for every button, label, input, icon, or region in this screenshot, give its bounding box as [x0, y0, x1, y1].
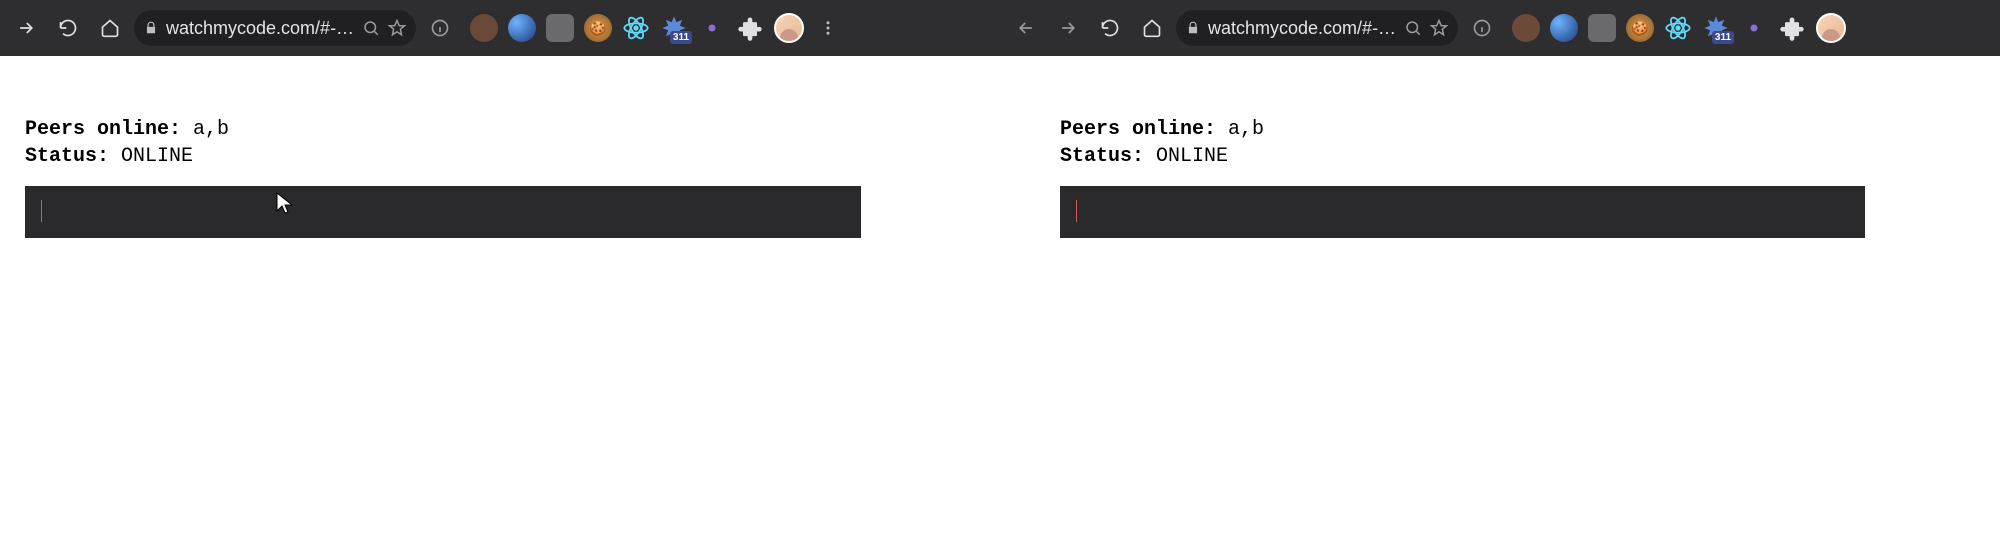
- extension-icon[interactable]: [698, 14, 726, 42]
- mouse-cursor-icon: [275, 191, 295, 222]
- extension-icon[interactable]: [1740, 14, 1768, 42]
- peers-value: a,b: [193, 118, 229, 141]
- browser-toolbar: watchmycode.com/#-… 🍪 311: [1000, 0, 2000, 56]
- page-content: Peers online: a,b Status: ONLINE: [0, 56, 1000, 543]
- peers-value: a,b: [1228, 118, 1264, 141]
- extension-strip: 🍪 311: [470, 13, 842, 43]
- react-devtools-icon[interactable]: [1664, 14, 1692, 42]
- extension-icon[interactable]: [508, 14, 536, 42]
- forward-button[interactable]: [1050, 10, 1086, 46]
- browser-window-left: watchmycode.com/#-… 🍪 311: [0, 0, 1000, 543]
- url-text: watchmycode.com/#-…: [166, 18, 354, 39]
- page-content: Peers online: a,b Status: ONLINE: [1000, 56, 2000, 543]
- code-editor[interactable]: [25, 186, 861, 238]
- browser-window-right: watchmycode.com/#-… 🍪 311: [1000, 0, 2000, 543]
- home-button[interactable]: [92, 10, 128, 46]
- home-button[interactable]: [1134, 10, 1170, 46]
- editor-cursor: [41, 200, 42, 222]
- extension-icon[interactable]: [470, 14, 498, 42]
- react-devtools-icon[interactable]: [622, 14, 650, 42]
- code-editor[interactable]: [1060, 186, 1865, 238]
- extension-icon[interactable]: [546, 14, 574, 42]
- kebab-menu-icon[interactable]: [814, 19, 842, 37]
- extensions-menu-icon[interactable]: [1778, 14, 1806, 42]
- extension-icon[interactable]: 311: [660, 14, 688, 42]
- search-icon[interactable]: [1404, 19, 1422, 37]
- peers-label: Peers online:: [1060, 118, 1228, 141]
- peers-line: Peers online: a,b: [25, 116, 975, 143]
- forward-button[interactable]: [8, 10, 44, 46]
- address-bar[interactable]: watchmycode.com/#-…: [1176, 10, 1458, 46]
- profile-avatar[interactable]: [1816, 13, 1846, 43]
- profile-avatar[interactable]: [774, 13, 804, 43]
- site-info-icon[interactable]: [422, 10, 458, 46]
- extension-icon[interactable]: 🍪: [1626, 14, 1654, 42]
- bookmark-star-icon[interactable]: [388, 19, 406, 37]
- status-label: Status:: [1060, 145, 1156, 168]
- extension-badge: 311: [670, 31, 692, 44]
- peers-label: Peers online:: [25, 118, 193, 141]
- status-value: ONLINE: [1156, 145, 1228, 168]
- extensions-menu-icon[interactable]: [736, 14, 764, 42]
- extension-icon[interactable]: [1512, 14, 1540, 42]
- extension-badge: 311: [1712, 31, 1734, 44]
- bookmark-star-icon[interactable]: [1430, 19, 1448, 37]
- extension-strip: 🍪 311: [1512, 13, 1846, 43]
- peers-line: Peers online: a,b: [1060, 116, 1975, 143]
- reload-button[interactable]: [50, 10, 86, 46]
- status-value: ONLINE: [121, 145, 193, 168]
- url-text: watchmycode.com/#-…: [1208, 18, 1396, 39]
- editor-cursor: [1076, 200, 1077, 222]
- browser-toolbar: watchmycode.com/#-… 🍪 311: [0, 0, 1000, 56]
- extension-icon[interactable]: 🍪: [584, 14, 612, 42]
- lock-icon: [144, 21, 158, 35]
- status-label: Status:: [25, 145, 121, 168]
- status-line: Status: ONLINE: [25, 143, 975, 170]
- extension-icon[interactable]: [1550, 14, 1578, 42]
- back-button[interactable]: [1008, 10, 1044, 46]
- extension-icon[interactable]: [1588, 14, 1616, 42]
- site-info-icon[interactable]: [1464, 10, 1500, 46]
- reload-button[interactable]: [1092, 10, 1128, 46]
- address-bar[interactable]: watchmycode.com/#-…: [134, 10, 416, 46]
- search-icon[interactable]: [362, 19, 380, 37]
- status-line: Status: ONLINE: [1060, 143, 1975, 170]
- extension-icon[interactable]: 311: [1702, 14, 1730, 42]
- lock-icon: [1186, 21, 1200, 35]
